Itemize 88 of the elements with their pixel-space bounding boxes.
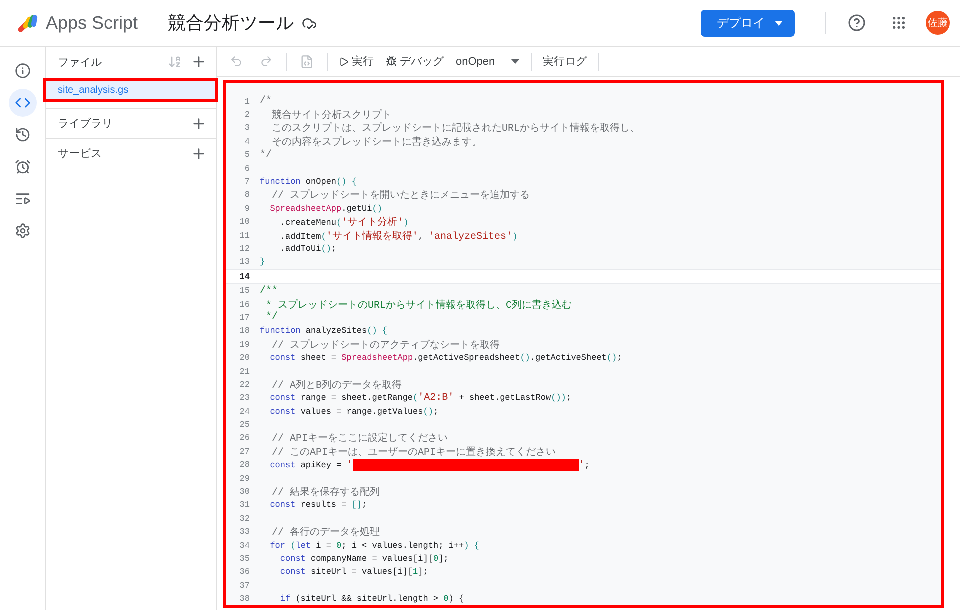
line-number: 27 bbox=[238, 446, 250, 457]
code-line: // スプレッドシートのアクティブなシートを取得 bbox=[271, 338, 500, 352]
line-number: 25 bbox=[238, 420, 250, 430]
deploy-button[interactable]: デプロイ bbox=[701, 10, 795, 36]
line-number: 7 bbox=[244, 177, 250, 188]
code-editor[interactable] bbox=[223, 80, 944, 608]
code-line: if (siteUrl && siteUrl.length > 0) { bbox=[279, 594, 464, 604]
code-line: 競合サイト分析スクリプト bbox=[271, 108, 392, 122]
line-number: 20 bbox=[238, 353, 250, 364]
line-number: 24 bbox=[238, 406, 250, 417]
line-number: 3 bbox=[244, 123, 250, 134]
code-line: /* bbox=[260, 96, 272, 108]
function-select[interactable]: onOpen bbox=[452, 50, 524, 72]
line-number: 35 bbox=[238, 554, 250, 564]
code-line: .addToUi(); bbox=[279, 244, 337, 254]
code-line: .addItem('サイト情報を取得', 'analyzeSites') bbox=[279, 230, 518, 243]
code-line: // APIキーをここに設定してください bbox=[271, 432, 448, 446]
play-icon bbox=[339, 56, 349, 66]
code-line: // A列とB列のデータを取得 bbox=[271, 379, 402, 392]
debug-button[interactable]: デバッグ bbox=[382, 50, 448, 72]
line-number: 31 bbox=[238, 500, 250, 510]
cloud-icon bbox=[302, 16, 318, 30]
line-number: 33 bbox=[238, 527, 250, 538]
code-line: const companyName = values[i][0]; bbox=[279, 554, 449, 564]
product-name: Apps Script bbox=[46, 12, 138, 34]
code-line: .createMenu('サイト分析') bbox=[279, 216, 409, 230]
code-line: // スプレッドシートを開いたときにメニューを追加する bbox=[271, 188, 530, 202]
line-number: 37 bbox=[238, 580, 250, 591]
line-number: 30 bbox=[238, 487, 250, 498]
code-line: /** bbox=[260, 286, 278, 297]
code-line: const sheet = SpreadsheetApp.getActiveSpreadsheet().getActiveSheet(); bbox=[269, 353, 622, 364]
line-number: 13 bbox=[238, 257, 250, 268]
code-line: } bbox=[260, 257, 266, 268]
code-line: */ bbox=[265, 312, 278, 324]
code-line: for (let i = 0; i < values.length; i++) { bbox=[269, 540, 480, 551]
line-number: 38 bbox=[238, 594, 250, 604]
line-number: 9 bbox=[244, 204, 250, 214]
line-number: 14 bbox=[238, 272, 250, 282]
logo-icon bbox=[16, 13, 38, 33]
line-number: 32 bbox=[238, 514, 250, 524]
code-line: const values = range.getValues(); bbox=[269, 406, 439, 417]
line-number: 6 bbox=[244, 164, 250, 174]
code-line: * スプレッドシートのURLからサイト情報を取得し、C列に書き込む bbox=[265, 298, 572, 312]
line-number: 19 bbox=[238, 340, 250, 350]
line-number: 12 bbox=[238, 244, 250, 254]
line-number: 17 bbox=[238, 312, 250, 323]
code-line: const siteUrl = values[i][1]; bbox=[279, 567, 428, 578]
line-number: 4 bbox=[244, 136, 250, 147]
line-number: 2 bbox=[244, 110, 250, 120]
line-number: 10 bbox=[238, 217, 250, 228]
code-line: function analyzeSites() { bbox=[260, 326, 388, 336]
code-line: function onOpen() { bbox=[260, 177, 357, 188]
line-number: 8 bbox=[244, 190, 250, 200]
line-number: 23 bbox=[238, 393, 250, 404]
section-title: ライブラリ bbox=[58, 116, 114, 131]
line-number: 36 bbox=[238, 567, 250, 578]
line-number: 26 bbox=[238, 433, 250, 444]
line-number: 16 bbox=[238, 300, 250, 310]
code-line: const apiKey = ' '; bbox=[269, 459, 590, 472]
line-number: 21 bbox=[238, 366, 250, 376]
code-line: このスクリプトは、スプレッドシートに記載されたURLからサイト情報を取得し、 bbox=[271, 122, 640, 136]
code-line: // このAPIキーは、ユーザーのAPIキーに置き換えてください bbox=[271, 446, 556, 459]
caret-icon bbox=[775, 20, 783, 26]
code-icon[interactable] bbox=[8, 89, 36, 117]
line-number: 28 bbox=[238, 460, 250, 470]
line-number: 34 bbox=[238, 540, 250, 551]
bug-icon bbox=[386, 56, 397, 67]
code-line: const range = sheet.getRange('A2:B' + sheet.getLastRow()); bbox=[269, 392, 572, 404]
code-line: */ bbox=[260, 150, 272, 161]
project-title[interactable]: 競合分析ツール bbox=[168, 11, 294, 35]
caret-icon bbox=[511, 59, 520, 64]
line-number: 11 bbox=[238, 230, 250, 241]
execution-log-button[interactable]: 実行ログ bbox=[539, 50, 592, 72]
code-line: SpreadsheetApp.getUi() bbox=[269, 204, 382, 214]
code-line: その内容をスプレッドシートに書き込みます。 bbox=[272, 136, 482, 149]
run-button[interactable]: 実行 bbox=[335, 50, 378, 72]
line-number: 15 bbox=[238, 286, 250, 296]
line-number: 22 bbox=[238, 380, 250, 390]
code-line: // 結果を保存する配列 bbox=[271, 486, 380, 500]
file-item[interactable]: site_analysis.gs bbox=[43, 78, 218, 102]
code-line: const results = []; bbox=[269, 500, 368, 510]
panel-title: ファイル bbox=[58, 56, 103, 70]
line-number: 29 bbox=[238, 474, 250, 484]
section-title: サービス bbox=[58, 147, 103, 161]
line-number: 18 bbox=[238, 326, 250, 336]
code-line: // 各行のデータを処理 bbox=[271, 526, 380, 540]
line-number: 1 bbox=[244, 96, 250, 107]
line-number: 5 bbox=[244, 150, 250, 160]
